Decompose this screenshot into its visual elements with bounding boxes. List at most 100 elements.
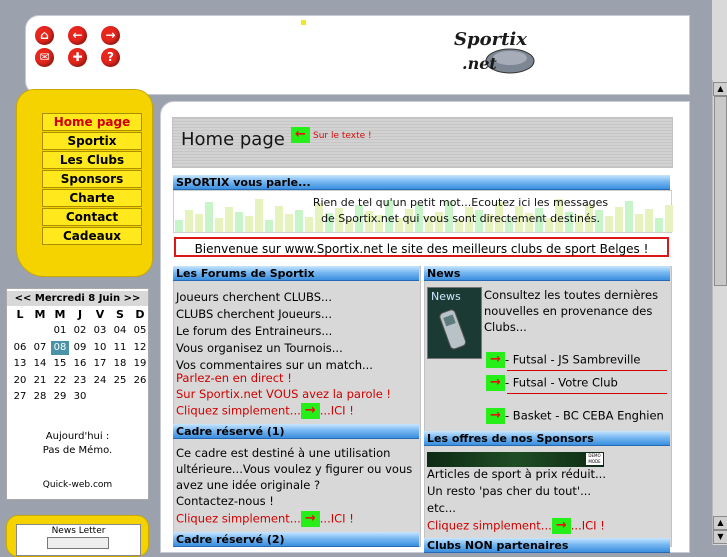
sponsors-header: Les offres de nos Sponsors [424,431,670,446]
news-item-label[interactable]: - Futsal - Votre Club [505,376,618,390]
calendar-day[interactable]: 29 [51,390,69,404]
calendar-day[interactable]: 20 [11,374,29,388]
scroll-up-icon[interactable]: ▲ [713,82,727,96]
scroll-up-icon-lower[interactable]: ▲ [713,516,727,530]
header-scrollbar-track[interactable] [712,0,727,80]
calendar-day[interactable]: 16 [71,357,89,371]
arrow-right-icon[interactable]: → [486,375,505,391]
arrow-right-icon[interactable]: → [486,408,505,424]
menu-item-les-clubs[interactable]: Les Clubs [42,151,142,169]
calendar-day[interactable]: 06 [11,341,29,355]
news-item[interactable]: → - Basket - BC CEBA Enghien [486,408,664,424]
calendar-day[interactable]: 25 [111,374,129,388]
calendar-day[interactable]: 22 [51,374,69,388]
calendar-day[interactable]: 30 [71,390,89,404]
equalizer-bar [625,201,633,232]
sponsors-click-text[interactable]: Cliquez simplement... [427,519,552,533]
calendar-day[interactable]: 19 [131,357,149,371]
forum-link[interactable]: Vos commentaires sur un match... [176,358,373,372]
arrow-left-icon[interactable]: ← [291,127,310,143]
calendar-day[interactable]: 14 [31,357,49,371]
cadre1-click-here[interactable]: ...ICI ! [320,512,354,526]
calendar-day[interactable]: 24 [91,374,109,388]
calendar-day[interactable]: 21 [31,374,49,388]
news-item[interactable]: → - Futsal - JS Sambreville [486,352,641,368]
equalizer-bar [265,220,273,232]
header-panel [25,15,690,95]
menu-item-home-page[interactable]: Home page [42,113,142,131]
forums-header: Les Forums de Sportix [173,266,419,281]
main-scrollbar[interactable]: ▲ ▲ ▼ [712,80,727,545]
newsletter-title: News Letter [51,526,106,536]
forum-link[interactable]: Joueurs cherchent CLUBS... [176,290,332,304]
calendar-day[interactable]: 10 [91,341,109,355]
forward-arrow-icon[interactable]: → [101,26,120,45]
news-thumbnail[interactable]: News [427,287,482,359]
sponsor-offer: Un resto 'pas cher du tout'... [427,484,592,498]
calendar-day[interactable]: 08 [51,340,69,355]
calendar-day[interactable]: 02 [71,324,89,338]
arrow-right-icon[interactable]: → [300,403,320,419]
calendar-day[interactable]: 18 [111,357,129,371]
calendar-credit[interactable]: Quick-web.com [7,480,148,490]
calendar-title[interactable]: << Mercredi 8 Juin >> [7,291,148,306]
cadre1-click-text[interactable]: Cliquez simplement... [176,512,301,526]
title-link[interactable]: Sur le texte ! [313,131,372,141]
calendar-day[interactable]: 27 [11,390,29,404]
back-arrow-icon[interactable]: ← [68,26,87,45]
newsletter-email-input[interactable] [47,537,109,549]
weekday-label: V [95,308,105,321]
forum-link[interactable]: Le forum des Entraineurs... [176,324,332,338]
calendar-day[interactable]: 11 [111,341,129,355]
calendar-day[interactable]: 23 [71,374,89,388]
calendar-day[interactable]: 15 [51,357,69,371]
forums-click-text[interactable]: Cliquez simplement... [176,404,301,418]
menu-item-sponsors[interactable]: Sponsors [42,170,142,188]
calendar-day[interactable]: 03 [91,324,109,338]
forum-link[interactable]: CLUBS cherchent Joueurs... [176,307,332,321]
yellow-dot [301,20,306,25]
memo-label: Aujourd'hui : [45,431,110,442]
forum-link[interactable]: Vous organisez un Tournois... [176,341,343,355]
weekday-label: D [135,308,145,321]
weekday-label: M [34,308,46,321]
menu-item-sportix[interactable]: Sportix [42,132,142,150]
help-icon[interactable]: ? [101,48,120,67]
weekday-label: L [16,308,24,321]
sponsor-banner-tag: DEMO MODE [586,453,603,465]
equalizer-bar [615,207,623,232]
calendar-day[interactable]: 26 [131,374,149,388]
weekday-label: M [54,308,66,321]
menu-item-contact[interactable]: Contact [42,208,142,226]
menu-item-cadeaux[interactable]: Cadeaux [42,227,142,245]
page-title: Home page [181,129,285,150]
forums-click-here[interactable]: ...ICI ! [320,404,354,418]
scroll-thumb[interactable] [714,96,727,286]
calendar-day[interactable]: 17 [91,357,109,371]
calendar-day[interactable]: 12 [131,341,149,355]
calendar-day[interactable]: 09 [71,341,89,355]
calendar-day[interactable]: 01 [51,324,69,338]
news-item[interactable]: → - Futsal - Votre Club [486,375,618,391]
gift-icon[interactable]: ✚ [68,48,87,67]
menu-item-charte[interactable]: Charte [42,189,142,207]
calendar-day[interactable]: 28 [31,390,49,404]
sponsors-click-here[interactable]: ...ICI ! [571,519,605,533]
cadre1-line: Contactez-nous ! [176,494,274,508]
arrow-right-icon[interactable]: → [300,511,320,527]
calendar-day[interactable]: 05 [131,324,149,338]
arrow-right-icon[interactable]: → [551,518,571,534]
news-item-label[interactable]: - Basket - BC CEBA Enghien [505,409,664,423]
calendar-day[interactable]: 07 [31,341,49,355]
calendar-day[interactable]: 13 [11,357,29,371]
main-menu: Home page Sportix Les Clubs Sponsors Charte C… [16,89,153,277]
mail-icon[interactable]: ✉ [35,48,54,67]
scroll-down-icon[interactable]: ▼ [713,530,727,544]
sponsor-banner[interactable]: DEMO MODE [427,452,604,467]
calendar-day[interactable]: 04 [111,324,129,338]
sportix-logo[interactable]: Sportix .net [452,23,542,79]
arrow-right-icon[interactable]: → [486,352,505,368]
home-icon[interactable]: ⌂ [35,26,54,45]
calendar: << Mercredi 8 Juin >> L M M J V S D 01 02 03 04 05 0… [6,288,149,500]
news-item-label[interactable]: - Futsal - JS Sambreville [505,353,641,367]
